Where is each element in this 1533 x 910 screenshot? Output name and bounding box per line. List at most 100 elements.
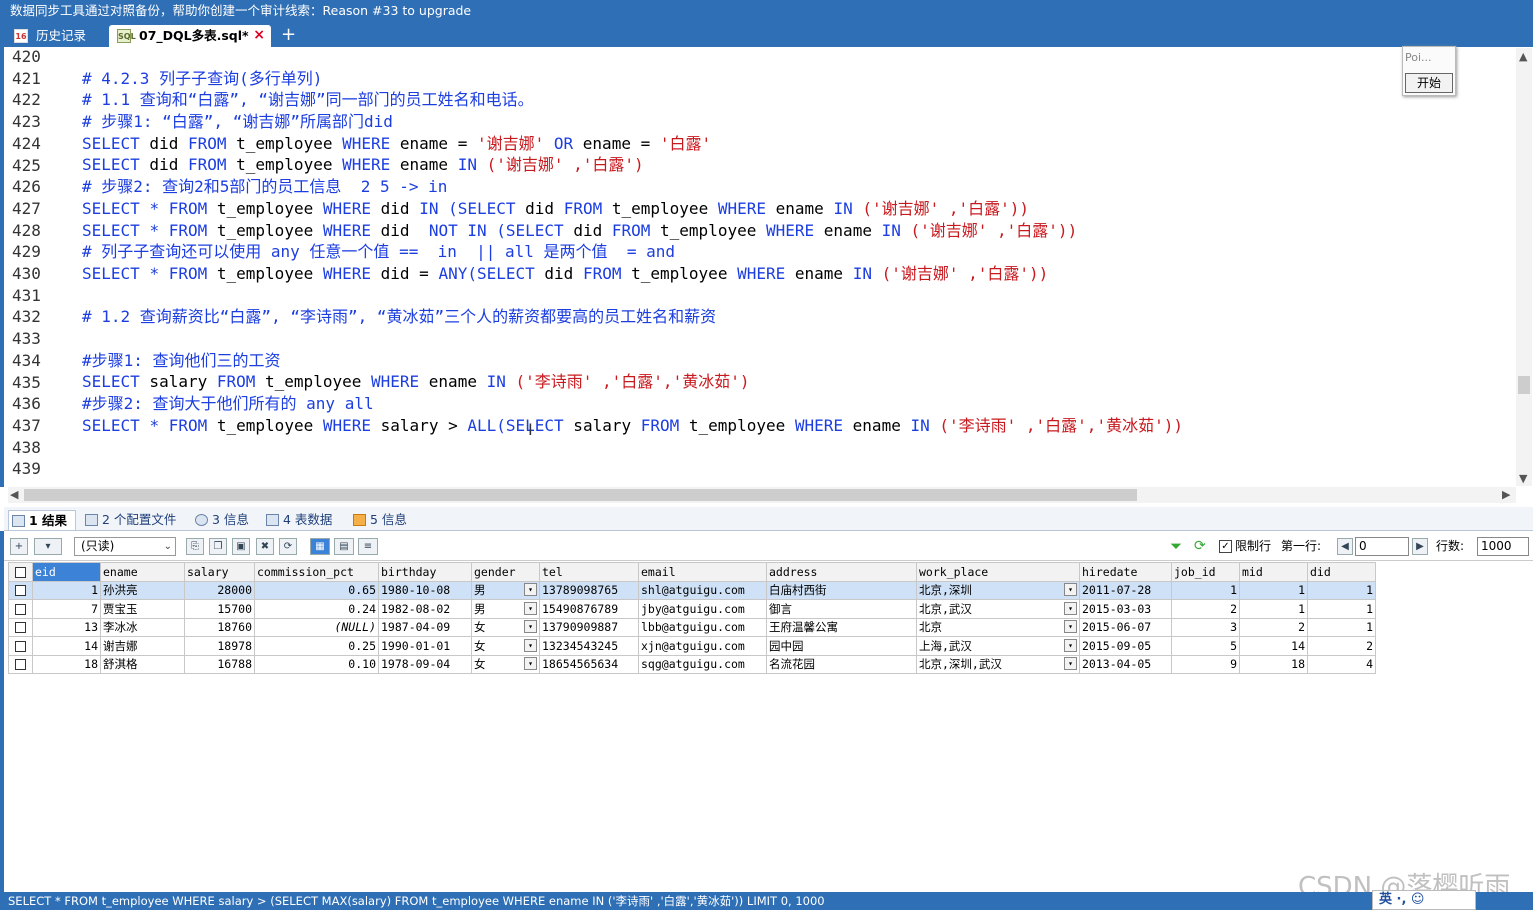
filter-icon[interactable]: ⏷ xyxy=(1170,538,1182,555)
scroll-right-icon[interactable]: ▶ xyxy=(1502,488,1510,501)
code-line[interactable]: #步骤1: 查询他们三的工资 xyxy=(82,350,281,372)
cell-tel[interactable]: 15490876789 xyxy=(539,599,639,619)
cell-mid[interactable]: 1 xyxy=(1239,580,1308,600)
cell-did[interactable]: 1 xyxy=(1307,580,1376,600)
cell-hiredate[interactable]: 2015-06-07 xyxy=(1079,617,1172,637)
chevron-down-icon[interactable]: ▾ xyxy=(524,657,537,671)
text-view-icon[interactable]: ≡ xyxy=(358,538,378,555)
editor-vertical-scrollbar[interactable]: ▲ ▼ xyxy=(1516,48,1532,486)
cell-job_id[interactable]: 3 xyxy=(1171,617,1240,637)
cell-mid[interactable]: 2 xyxy=(1239,617,1308,637)
code-line[interactable]: # 1.1 查询和“白露”, “谢吉娜”同一部门的员工姓名和电话。 xyxy=(82,89,534,111)
cell-eid[interactable]: 7 xyxy=(32,599,101,619)
cell-salary[interactable]: 15700 xyxy=(184,599,255,619)
column-header-eid[interactable]: eid xyxy=(32,562,101,582)
cell-mid[interactable]: 1 xyxy=(1239,599,1308,619)
cell-tel[interactable]: 18654565634 xyxy=(539,654,639,674)
cell-commission_pct[interactable]: 0.25 xyxy=(254,636,379,656)
grid-body[interactable]: 1 孙洪亮 28000 0.65 1980-10-08 ▾ 男 13789098765 shl@… xyxy=(8,580,1376,674)
cell-salary[interactable]: 18978 xyxy=(184,636,255,656)
chevron-down-icon[interactable]: ▾ xyxy=(524,638,537,652)
cell-address[interactable]: 园中园 xyxy=(766,636,917,656)
editor-horizontal-scrollbar[interactable]: ◀ ▶ xyxy=(8,487,1516,503)
chevron-down-icon[interactable]: ▾ xyxy=(1064,601,1077,615)
column-header-did[interactable]: did xyxy=(1307,562,1376,582)
column-header-tel[interactable]: tel xyxy=(539,562,639,582)
cell-ename[interactable]: 李冰冰 xyxy=(100,617,185,637)
chevron-down-icon[interactable]: ▾ xyxy=(524,620,537,634)
scroll-thumb[interactable] xyxy=(24,489,1137,501)
row-checkbox[interactable] xyxy=(8,617,33,637)
code-line[interactable]: # 步骤2: 查询2和5部门的员工信息 2 5 -> in xyxy=(82,176,447,198)
column-header-hiredate[interactable]: hiredate xyxy=(1079,562,1172,582)
cell-hiredate[interactable]: 2011-07-28 xyxy=(1079,580,1172,600)
poi-field[interactable]: Poi... xyxy=(1405,50,1437,66)
cell-commission_pct[interactable]: 0.24 xyxy=(254,599,379,619)
chevron-down-icon[interactable]: ▾ xyxy=(1064,638,1077,652)
cell-work_place[interactable]: ▾ 北京,深圳,武汉 xyxy=(916,654,1080,674)
column-header-salary[interactable]: salary xyxy=(184,562,255,582)
code-line[interactable]: SELECT * FROM t_employee WHERE did IN (S… xyxy=(82,198,1029,220)
table-row[interactable]: 14 谢吉娜 18978 0.25 1990-01-01 ▾ 女 13234543245 xjn… xyxy=(8,636,1376,656)
cell-eid[interactable]: 13 xyxy=(32,617,101,637)
chevron-down-icon[interactable]: ▾ xyxy=(1064,620,1077,634)
row-checkbox[interactable] xyxy=(8,654,33,674)
code-line[interactable]: SELECT * FROM t_employee WHERE salary > … xyxy=(82,415,1183,437)
tab-info[interactable]: 3 信息 xyxy=(192,510,256,530)
cell-address[interactable]: 御言 xyxy=(766,599,917,619)
cell-mid[interactable]: 18 xyxy=(1239,654,1308,674)
table-row[interactable]: 18 舒淇格 16788 0.10 1978-09-04 ▾ 女 18654565634 sqg… xyxy=(8,654,1376,674)
tab-history[interactable]: 16 历史记录 xyxy=(6,25,108,47)
cell-work_place[interactable]: ▾ 北京 xyxy=(916,617,1080,637)
cell-eid[interactable]: 1 xyxy=(32,580,101,600)
grid-view-icon[interactable]: ▦ xyxy=(310,538,330,555)
cell-birthday[interactable]: 1980-10-08 xyxy=(378,580,472,600)
cell-mid[interactable]: 14 xyxy=(1239,636,1308,656)
column-header-birthday[interactable]: birthday xyxy=(378,562,472,582)
code-line[interactable]: SELECT * FROM t_employee WHERE did NOT I… xyxy=(82,220,1077,242)
duplicate-icon[interactable]: ❐ xyxy=(209,538,227,555)
sql-editor[interactable]: 420 421 422 423 424 425 426 427 428 429 430 431 432 4… xyxy=(0,47,1533,487)
form-view-icon[interactable]: ▤ xyxy=(334,538,354,555)
cell-tel[interactable]: 13790909887 xyxy=(539,617,639,637)
cell-birthday[interactable]: 1978-09-04 xyxy=(378,654,472,674)
chevron-down-icon[interactable]: ▾ xyxy=(1064,583,1077,597)
delete-icon[interactable]: ✖ xyxy=(256,538,274,555)
cell-commission_pct[interactable]: (NULL) xyxy=(254,617,379,637)
start-button[interactable]: 开始 xyxy=(1405,73,1453,93)
cell-salary[interactable]: 18760 xyxy=(184,617,255,637)
column-header-address[interactable]: address xyxy=(766,562,917,582)
refresh-icon[interactable]: ⟳ xyxy=(1194,538,1206,555)
cell-eid[interactable]: 18 xyxy=(32,654,101,674)
column-header-mid[interactable]: mid xyxy=(1239,562,1308,582)
cell-commission_pct[interactable]: 0.10 xyxy=(254,654,379,674)
scroll-down-icon[interactable]: ▼ xyxy=(1519,472,1527,485)
row-checkbox[interactable] xyxy=(8,580,33,600)
cell-email[interactable]: shl@atguigu.com xyxy=(638,580,767,600)
mode-select[interactable]: (只读) ⌄ xyxy=(74,537,176,556)
chevron-down-icon[interactable]: ▾ xyxy=(1064,657,1077,671)
cell-work_place[interactable]: ▾ 北京,深圳 xyxy=(916,580,1080,600)
prev-page-icon[interactable]: ◀ xyxy=(1337,538,1353,555)
cell-email[interactable]: lbb@atguigu.com xyxy=(638,617,767,637)
cell-address[interactable]: 白庙村西街 xyxy=(766,580,917,600)
cell-email[interactable]: sqg@atguigu.com xyxy=(638,654,767,674)
cell-salary[interactable]: 16788 xyxy=(184,654,255,674)
rows-input[interactable]: 1000 xyxy=(1477,537,1529,556)
table-row[interactable]: 13 李冰冰 18760 (NULL) 1987-04-09 ▾ 女 13790909887 l… xyxy=(8,617,1376,637)
column-header-job_id[interactable]: job_id xyxy=(1171,562,1240,582)
cell-hiredate[interactable]: 2015-03-03 xyxy=(1079,599,1172,619)
code-line[interactable]: # 4.2.3 列子子查询(多行单列) xyxy=(82,68,322,90)
code-line[interactable]: # 1.2 查询薪资比“白露”, “李诗雨”, “黄冰茹”三个人的薪资都要高的员… xyxy=(82,306,716,328)
column-header-gender[interactable]: gender xyxy=(471,562,540,582)
cell-address[interactable]: 名流花园 xyxy=(766,654,917,674)
scroll-up-icon[interactable]: ▲ xyxy=(1519,50,1527,63)
cell-tel[interactable]: 13789098765 xyxy=(539,580,639,600)
cell-birthday[interactable]: 1990-01-01 xyxy=(378,636,472,656)
cell-hiredate[interactable]: 2013-04-05 xyxy=(1079,654,1172,674)
copy-row-icon[interactable]: ⎘ xyxy=(186,538,204,555)
cell-salary[interactable]: 28000 xyxy=(184,580,255,600)
limit-checkbox[interactable]: ✓ xyxy=(1219,540,1232,553)
cell-work_place[interactable]: ▾ 上海,武汉 xyxy=(916,636,1080,656)
code-line[interactable]: SELECT salary FROM t_employee WHERE enam… xyxy=(82,371,749,393)
